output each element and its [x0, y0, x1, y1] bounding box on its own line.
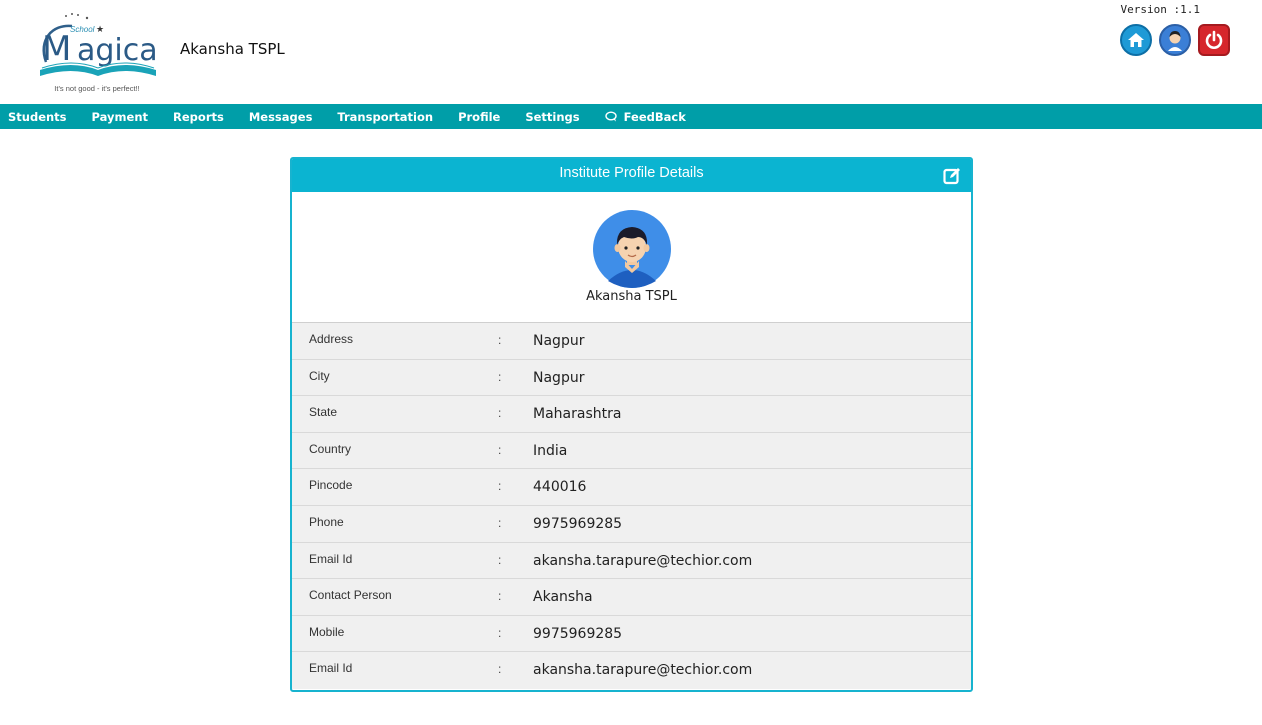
- nav-transportation[interactable]: Transportation: [337, 110, 433, 124]
- logout-button[interactable]: [1198, 24, 1230, 56]
- detail-value: Maharashtra: [533, 406, 622, 423]
- detail-value: India: [533, 442, 568, 459]
- nav-messages[interactable]: Messages: [249, 110, 313, 124]
- detail-label: City: [309, 368, 330, 383]
- detail-row-state: State : Maharashtra: [292, 396, 971, 433]
- nav-feedback-label: FeedBack: [623, 109, 686, 124]
- svg-text:School: School: [70, 25, 95, 34]
- detail-row-address: Address : Nagpur: [292, 323, 971, 360]
- home-button[interactable]: [1120, 24, 1152, 56]
- detail-separator: :: [498, 442, 502, 457]
- card-header: Institute Profile Details: [292, 159, 971, 192]
- detail-value: Akansha: [533, 589, 593, 606]
- power-icon: [1205, 30, 1223, 49]
- user-icon: [1163, 28, 1187, 52]
- detail-separator: :: [498, 333, 502, 347]
- home-icon: [1128, 33, 1144, 47]
- detail-separator: :: [498, 369, 502, 384]
- chat-icon: [604, 111, 618, 122]
- detail-row-mobile: Mobile : 9975969285: [292, 615, 971, 653]
- nav-feedback[interactable]: FeedBack: [604, 109, 686, 124]
- nav-students[interactable]: Students: [8, 110, 67, 124]
- detail-label: Mobile: [309, 624, 345, 639]
- detail-row-contact-person: Contact Person : Akansha: [292, 579, 971, 616]
- detail-value: akansha.tarapure@techior.com: [533, 552, 753, 569]
- detail-value: 9975969285: [533, 625, 623, 642]
- user-profile-button[interactable]: [1159, 24, 1191, 56]
- detail-label: Phone: [309, 514, 344, 529]
- school-name: Akansha TSPL: [180, 40, 285, 58]
- detail-value: Nagpur: [533, 369, 585, 386]
- svg-text:★: ★: [96, 25, 104, 35]
- detail-separator: :: [498, 515, 502, 530]
- detail-separator: :: [498, 589, 502, 604]
- profile-name: Akansha TSPL: [586, 289, 677, 304]
- version-label: Version :1.1: [1120, 3, 1200, 16]
- card-title: Institute Profile Details: [559, 164, 704, 181]
- detail-separator: :: [498, 662, 502, 677]
- detail-row-contact-email: Email Id : akansha.tarapure@techior.com: [292, 652, 971, 689]
- nav-reports[interactable]: Reports: [173, 110, 224, 124]
- app-header: M agica School ★ It's not good - it's pe…: [0, 0, 1262, 104]
- main-nav: Students Payment Reports Messages Transp…: [0, 104, 1262, 129]
- detail-separator: :: [498, 625, 502, 640]
- profile-summary: Akansha TSPL: [292, 192, 971, 323]
- detail-label: Country: [309, 441, 352, 456]
- detail-row-phone: Phone : 9975969285: [292, 505, 971, 543]
- detail-row-pincode: Pincode : 440016: [292, 469, 971, 506]
- nav-settings[interactable]: Settings: [525, 110, 579, 124]
- detail-label: Email Id: [309, 661, 353, 676]
- detail-separator: :: [498, 552, 502, 567]
- profile-details-list: Address : Nagpur City : Nagpur State : M…: [292, 323, 971, 689]
- detail-label: Contact Person: [309, 588, 392, 603]
- detail-label: Address: [309, 332, 354, 346]
- header-actions: [1120, 24, 1230, 56]
- detail-separator: :: [498, 406, 502, 421]
- edit-icon: [943, 168, 960, 185]
- institute-profile-card: Institute Profile Details Akansha TSPL A…: [290, 157, 973, 692]
- detail-value: 9975969285: [533, 515, 623, 532]
- nav-payment[interactable]: Payment: [92, 110, 149, 124]
- detail-label: Email Id: [309, 551, 353, 566]
- edit-profile-button[interactable]: [943, 167, 961, 185]
- logo-tagline: It's not good - it's perfect!!: [54, 84, 140, 93]
- detail-row-city: City : Nagpur: [292, 359, 971, 397]
- detail-value: Nagpur: [533, 333, 585, 349]
- avatar: [592, 209, 672, 289]
- detail-row-country: Country : India: [292, 432, 971, 470]
- detail-label: State: [309, 405, 338, 420]
- detail-value: 440016: [533, 479, 587, 496]
- detail-label: Pincode: [309, 478, 353, 493]
- detail-row-email: Email Id : akansha.tarapure@techior.com: [292, 542, 971, 580]
- detail-separator: :: [498, 479, 502, 494]
- nav-profile[interactable]: Profile: [458, 110, 500, 124]
- detail-value: akansha.tarapure@techior.com: [533, 662, 753, 679]
- school-magica-logo[interactable]: M agica School ★ It's not good - it's pe…: [32, 10, 162, 96]
- svg-text:agica: agica: [77, 33, 158, 68]
